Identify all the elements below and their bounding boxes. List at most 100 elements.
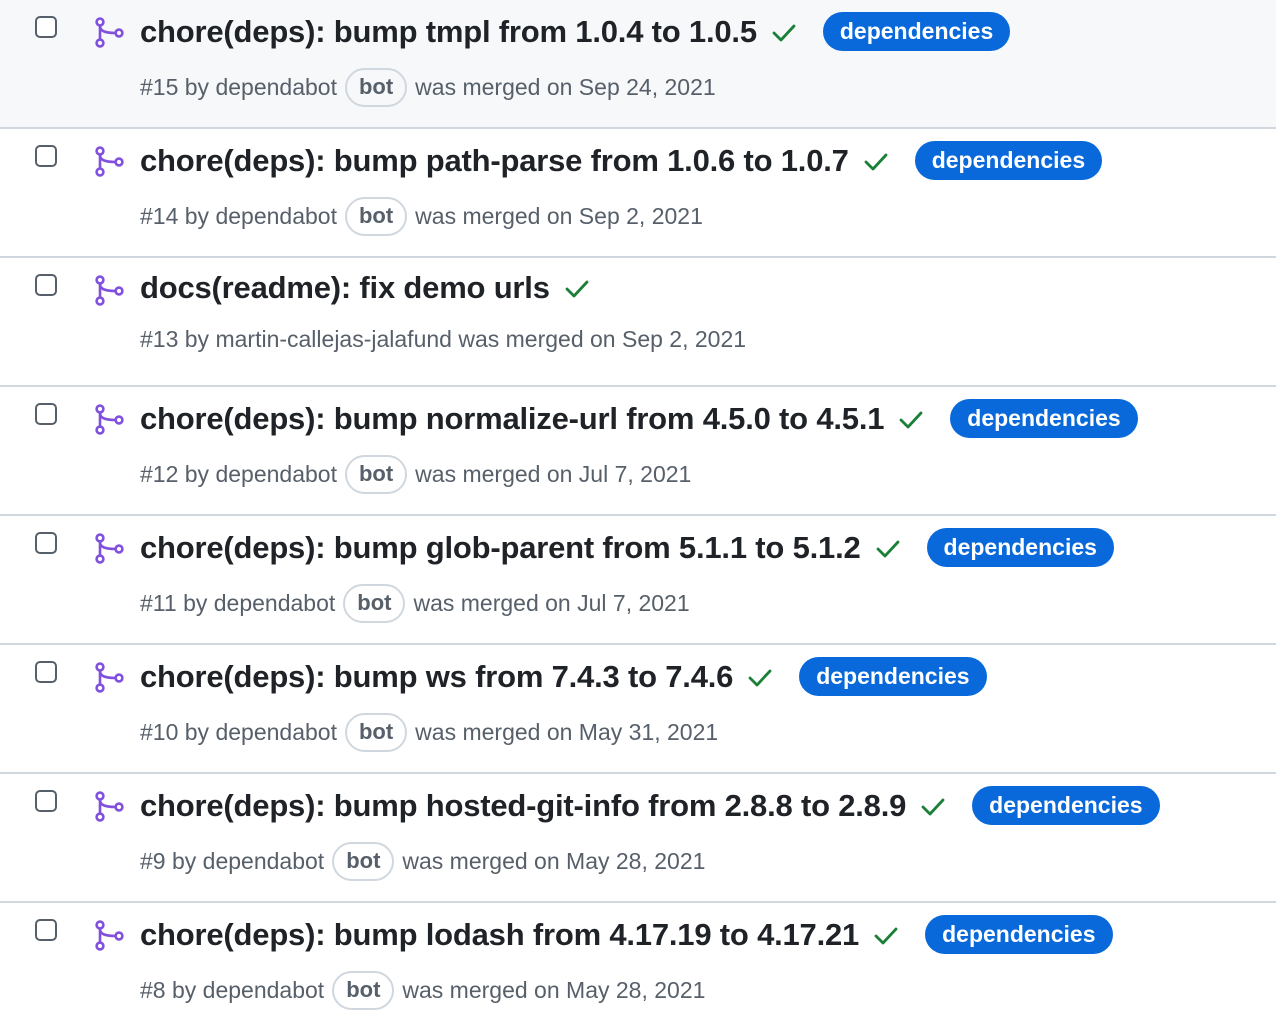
by-text: by [184,326,210,352]
pr-number: #15 [140,74,179,100]
bot-badge: bot [344,455,408,494]
pr-meta: #11 by dependabot bot was merged on Jul … [140,584,690,623]
git-merge-icon [95,275,124,306]
title-line: chore(deps): bump hosted-git-info from 2… [140,786,1160,825]
label-dependencies[interactable]: dependencies [799,657,987,696]
pull-request-row: chore(deps): bump glob-parent from 5.1.1… [0,516,1276,645]
pull-request-row: chore(deps): bump hosted-git-info from 2… [0,774,1276,903]
pr-meta: #12 by dependabot bot was merged on Jul … [140,455,691,494]
author-link[interactable]: dependabot [215,461,337,488]
git-merge-icon [95,146,124,177]
merged-status-text: was merged on Sep 2, 2021 [458,326,747,352]
merged-status-text: was merged on May 31, 2021 [415,719,719,745]
git-merge-icon [95,791,124,822]
pr-meta: #8 by dependabot bot was merged on May 2… [140,971,705,1010]
pr-title-link[interactable]: chore(deps): bump glob-parent from 5.1.1… [140,530,861,566]
check-icon [921,798,945,815]
by-text: by [184,461,210,487]
author-link[interactable]: dependabot [203,977,325,1004]
by-text: by [183,590,208,616]
pr-title-link[interactable]: chore(deps): bump normalize-url from 4.5… [140,401,884,437]
select-checkbox[interactable] [35,919,57,941]
author-link[interactable]: dependabot [214,590,336,617]
pull-request-row: docs(readme): fix demo urls #13 by marti… [0,258,1276,387]
pr-meta: #14 by dependabot bot was merged on Sep … [140,197,703,236]
bot-badge: bot [344,68,408,107]
pr-title-link[interactable]: chore(deps): bump lodash from 4.17.19 to… [140,917,859,953]
git-merge-icon [95,533,124,564]
select-checkbox[interactable] [35,274,57,296]
check-icon [874,927,898,944]
pr-number: #8 [140,977,166,1003]
pr-title-link[interactable]: chore(deps): bump hosted-git-info from 2… [140,788,906,824]
check-icon [772,24,796,41]
select-checkbox[interactable] [35,790,57,812]
select-checkbox[interactable] [35,16,57,38]
check-icon [565,280,589,298]
select-checkbox[interactable] [35,532,57,554]
pr-meta: #13 by martin-callejas-jalafund was merg… [140,326,746,353]
pr-number: #12 [140,461,179,487]
author-link[interactable]: dependabot [203,848,325,875]
label-dependencies[interactable]: dependencies [822,12,1011,51]
author-link[interactable]: dependabot [215,203,337,230]
pull-request-row: chore(deps): bump ws from 7.4.3 to 7.4.6… [0,645,1276,774]
pr-meta: #9 by dependabot bot was merged on May 2… [140,842,705,881]
pr-number: #10 [140,719,179,745]
pr-title-link[interactable]: chore(deps): bump ws from 7.4.3 to 7.4.6 [140,659,733,695]
check-icon [864,153,888,170]
title-line: chore(deps): bump ws from 7.4.3 to 7.4.6… [140,657,987,696]
pr-meta: #10 by dependabot bot was merged on May … [140,713,718,752]
pull-request-row: chore(deps): bump path-parse from 1.0.6 … [0,129,1276,258]
pr-number: #14 [140,203,179,229]
by-text: by [171,848,197,874]
select-checkbox[interactable] [35,403,57,425]
by-text: by [171,977,197,1003]
by-text: by [184,74,210,100]
author-link[interactable]: martin-callejas-jalafund [215,326,452,353]
pr-title-link[interactable]: chore(deps): bump path-parse from 1.0.6 … [140,143,849,179]
pull-request-row: chore(deps): bump normalize-url from 4.5… [0,387,1276,516]
by-text: by [184,719,210,745]
pr-title-link[interactable]: docs(readme): fix demo urls [140,270,550,306]
label-dependencies[interactable]: dependencies [926,528,1114,567]
check-icon [899,411,923,428]
bot-badge: bot [332,971,395,1010]
pull-request-row: chore(deps): bump tmpl from 1.0.4 to 1.0… [0,0,1276,129]
pr-number: #11 [140,590,177,616]
bot-badge: bot [343,584,406,623]
title-line: chore(deps): bump tmpl from 1.0.4 to 1.0… [140,12,1011,51]
pr-number: #9 [140,848,166,874]
pr-title-link[interactable]: chore(deps): bump tmpl from 1.0.4 to 1.0… [140,14,757,50]
pr-number: #13 [140,326,179,352]
merged-status-text: was merged on Sep 24, 2021 [415,74,716,100]
title-line: chore(deps): bump path-parse from 1.0.6 … [140,141,1103,180]
check-icon [748,669,772,686]
git-merge-icon [95,17,124,48]
merged-status-text: was merged on Jul 7, 2021 [413,590,690,616]
bot-badge: bot [332,842,395,881]
merged-status-text: was merged on Jul 7, 2021 [415,461,692,487]
pull-request-list: chore(deps): bump tmpl from 1.0.4 to 1.0… [0,0,1276,1032]
select-checkbox[interactable] [35,145,57,167]
title-line: docs(readme): fix demo urls [140,270,592,306]
git-merge-icon [95,920,124,951]
merged-status-text: was merged on May 28, 2021 [402,848,706,874]
pull-request-row: chore(deps): bump lodash from 4.17.19 to… [0,903,1276,1032]
label-dependencies[interactable]: dependencies [972,786,1160,825]
merged-status-text: was merged on Sep 2, 2021 [415,203,703,229]
author-link[interactable]: dependabot [215,74,337,101]
label-dependencies[interactable]: dependencies [950,399,1138,438]
title-line: chore(deps): bump glob-parent from 5.1.1… [140,528,1114,567]
merged-status-text: was merged on May 28, 2021 [402,977,706,1003]
select-checkbox[interactable] [35,661,57,683]
label-dependencies[interactable]: dependencies [914,141,1103,180]
git-merge-icon [95,662,124,693]
author-link[interactable]: dependabot [215,719,337,746]
title-line: chore(deps): bump normalize-url from 4.5… [140,399,1138,438]
label-dependencies[interactable]: dependencies [925,915,1113,954]
bot-badge: bot [344,713,408,752]
title-line: chore(deps): bump lodash from 4.17.19 to… [140,915,1113,954]
bot-badge: bot [344,197,408,236]
check-icon [876,540,899,557]
